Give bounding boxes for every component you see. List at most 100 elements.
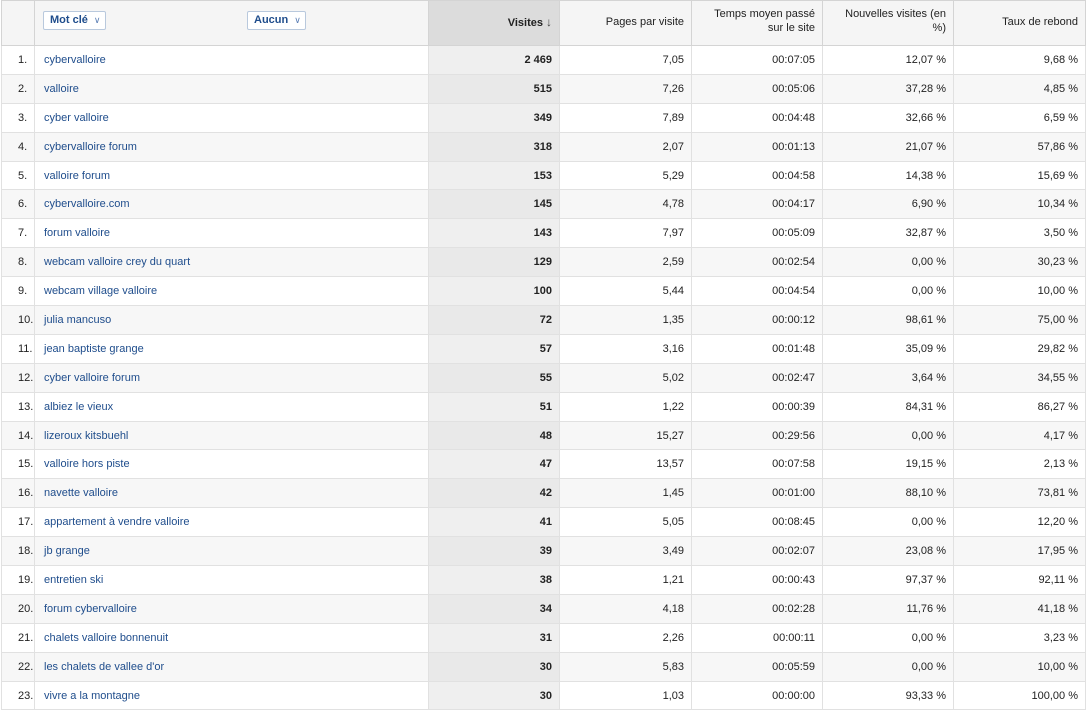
- keyword-link[interactable]: les chalets de vallee d'or: [44, 661, 164, 673]
- keyword-link[interactable]: webcam village valloire: [44, 285, 157, 297]
- keyword-link[interactable]: jean baptiste grange: [44, 343, 144, 355]
- bounce-rate-cell: 29,82 %: [953, 333, 1086, 364]
- keyword-link[interactable]: chalets valloire bonnenuit: [44, 632, 168, 644]
- new-visits-cell: 97,37 %: [822, 565, 954, 595]
- visits-cell: 42: [428, 478, 560, 509]
- keyword-link[interactable]: valloire forum: [44, 170, 110, 182]
- table-row: 13. albiez le vieux 51 1,22 00:00:39 84,31 % 8…: [1, 391, 1086, 422]
- table-row: 23. vivre a la montagne 30 1,03 00:00:00 93,3…: [1, 680, 1086, 711]
- new-visits-cell: 84,31 %: [822, 391, 954, 422]
- keyword-cell: jean baptiste grange: [34, 333, 429, 364]
- row-index: 18.: [1, 536, 35, 567]
- table-row: 1. cybervalloire 2 469 7,05 00:07:05 12,07 % 9…: [1, 45, 1086, 75]
- bounce-rate-cell: 4,17 %: [953, 420, 1086, 451]
- bounce-rate-cell: 30,23 %: [953, 247, 1086, 278]
- column-header-pages-per-visit[interactable]: Pages par visite: [559, 0, 692, 46]
- table-row: 11. jean baptiste grange 57 3,16 00:01:48 35,…: [1, 333, 1086, 364]
- pages-per-visit-cell: 7,89: [559, 102, 692, 133]
- keyword-cell: forum valloire: [34, 218, 429, 249]
- avg-time-cell: 00:05:06: [691, 73, 823, 104]
- secondary-dimension-button[interactable]: Aucun ∨: [247, 11, 306, 30]
- bounce-rate-cell: 15,69 %: [953, 160, 1086, 191]
- table-row: 16. navette valloire 42 1,45 00:01:00 88,10 %…: [1, 478, 1086, 509]
- keyword-cell: valloire forum: [34, 160, 429, 191]
- avg-time-cell: 00:07:05: [691, 45, 823, 75]
- secondary-dimension-label: Aucun: [254, 14, 289, 26]
- keyword-link[interactable]: valloire: [44, 83, 79, 95]
- table-header-row: Mot clé ∨ Aucun ∨ Visites ↓ Pages par visit…: [1, 0, 1086, 46]
- visits-cell: 57: [428, 333, 560, 364]
- column-header-visits[interactable]: Visites ↓: [428, 0, 560, 46]
- keyword-cell: entretien ski: [34, 565, 429, 595]
- bounce-rate-cell: 41,18 %: [953, 593, 1086, 624]
- bounce-rate-cell: 6,59 %: [953, 102, 1086, 133]
- keyword-link[interactable]: appartement à vendre valloire: [44, 516, 190, 528]
- keyword-link[interactable]: webcam valloire crey du quart: [44, 256, 190, 268]
- keyword-link[interactable]: cybervalloire forum: [44, 141, 137, 153]
- pages-per-visit-cell: 5,02: [559, 362, 692, 393]
- new-visits-cell: 0,00 %: [822, 276, 954, 307]
- visits-cell: 318: [428, 131, 560, 162]
- avg-time-cell: 00:05:59: [691, 651, 823, 682]
- keyword-link[interactable]: jb grange: [44, 545, 90, 557]
- pages-per-visit-cell: 7,97: [559, 218, 692, 249]
- avg-time-cell: 00:01:13: [691, 131, 823, 162]
- pages-per-visit-cell: 5,05: [559, 507, 692, 538]
- keyword-link[interactable]: cyber valloire forum: [44, 372, 140, 384]
- table-row: 3. cyber valloire 349 7,89 00:04:48 32,66 % 6,…: [1, 102, 1086, 133]
- keyword-link[interactable]: forum cybervalloire: [44, 603, 137, 615]
- keyword-link[interactable]: cybervalloire.com: [44, 198, 130, 210]
- keyword-link[interactable]: lizeroux kitsbuehl: [44, 430, 128, 442]
- new-visits-cell: 88,10 %: [822, 478, 954, 509]
- column-header-new-visits[interactable]: Nouvelles visites (en %): [822, 0, 954, 46]
- table-row: 6. cybervalloire.com 145 4,78 00:04:17 6,90 %…: [1, 189, 1086, 220]
- bounce-rate-cell: 3,50 %: [953, 218, 1086, 249]
- keyword-cell: julia mancuso: [34, 305, 429, 335]
- avg-time-cell: 00:04:48: [691, 102, 823, 133]
- keyword-cell: forum cybervalloire: [34, 593, 429, 624]
- primary-dimension-button[interactable]: Mot clé ∨: [43, 11, 106, 30]
- keyword-link[interactable]: forum valloire: [44, 227, 110, 239]
- avg-time-cell: 00:00:12: [691, 305, 823, 335]
- table-row: 9. webcam village valloire 100 5,44 00:04:54…: [1, 276, 1086, 307]
- keyword-link[interactable]: vivre a la montagne: [44, 690, 140, 702]
- row-index: 19.: [1, 565, 35, 595]
- avg-time-cell: 00:01:48: [691, 333, 823, 364]
- keyword-link[interactable]: albiez le vieux: [44, 401, 113, 413]
- new-visits-cell: 0,00 %: [822, 247, 954, 278]
- pages-per-visit-cell: 3,16: [559, 333, 692, 364]
- visits-cell: 2 469: [428, 45, 560, 75]
- row-index: 12.: [1, 362, 35, 393]
- keyword-cell: appartement à vendre valloire: [34, 507, 429, 538]
- pages-per-visit-cell: 7,05: [559, 45, 692, 75]
- row-index: 22.: [1, 651, 35, 682]
- keyword-link[interactable]: valloire hors piste: [44, 458, 130, 470]
- avg-time-cell: 00:00:00: [691, 680, 823, 711]
- keyword-cell: albiez le vieux: [34, 391, 429, 422]
- row-index: 14.: [1, 420, 35, 451]
- row-index: 2.: [1, 73, 35, 104]
- column-header-avg-time[interactable]: Temps moyen passé sur le site: [691, 0, 823, 46]
- keyword-link[interactable]: entretien ski: [44, 574, 103, 586]
- row-index: 16.: [1, 478, 35, 509]
- table-row: 15. valloire hors piste 47 13,57 00:07:58 19,…: [1, 449, 1086, 480]
- bounce-rate-cell: 92,11 %: [953, 565, 1086, 595]
- keyword-link[interactable]: cybervalloire: [44, 54, 106, 66]
- new-visits-cell: 35,09 %: [822, 333, 954, 364]
- visits-cell: 30: [428, 680, 560, 711]
- keyword-link[interactable]: julia mancuso: [44, 314, 111, 326]
- new-visits-cell: 93,33 %: [822, 680, 954, 711]
- keyword-link[interactable]: cyber valloire: [44, 112, 109, 124]
- row-index: 21.: [1, 622, 35, 653]
- row-index: 9.: [1, 276, 35, 307]
- table-row: 10. julia mancuso 72 1,35 00:00:12 98,61 % 75,…: [1, 305, 1086, 335]
- bounce-rate-cell: 57,86 %: [953, 131, 1086, 162]
- bounce-rate-cell: 73,81 %: [953, 478, 1086, 509]
- keyword-link[interactable]: navette valloire: [44, 487, 118, 499]
- column-header-bounce-rate[interactable]: Taux de rebond: [953, 0, 1086, 46]
- table-row: 14. lizeroux kitsbuehl 48 15,27 00:29:56 0,00…: [1, 420, 1086, 451]
- pages-per-visit-cell: 5,44: [559, 276, 692, 307]
- row-index: 3.: [1, 102, 35, 133]
- keyword-cell: cybervalloire: [34, 45, 429, 75]
- avg-time-cell: 00:02:07: [691, 536, 823, 567]
